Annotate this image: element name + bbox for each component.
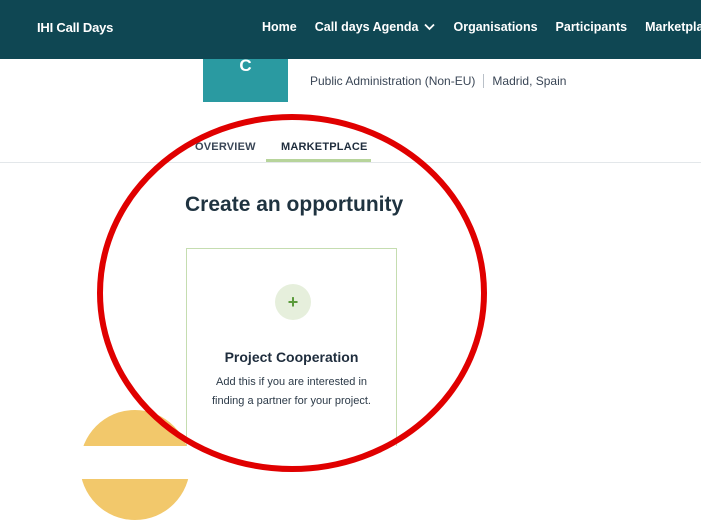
tab-overview[interactable]: OVERVIEW bbox=[195, 141, 256, 153]
card-description: Add this if you are interested in findin… bbox=[187, 373, 396, 411]
card-description-line-1: Add this if you are interested in bbox=[215, 376, 368, 388]
nav-item-marketplace-label: Marketplace bbox=[645, 20, 701, 34]
project-cooperation-card[interactable]: + Project Cooperation Add this if you ar… bbox=[186, 248, 397, 463]
organisation-logo: C bbox=[203, 56, 288, 102]
top-navigation-bar: IHI Call Days Home Call days Agenda Orga… bbox=[0, 0, 701, 59]
plus-icon[interactable]: + bbox=[275, 284, 311, 320]
nav-item-organisations[interactable]: Organisations bbox=[453, 20, 537, 34]
tab-marketplace[interactable]: MARKETPLACE bbox=[281, 141, 368, 153]
nav-item-agenda-label: Call days Agenda bbox=[314, 20, 419, 34]
main-nav: Home Call days Agenda Organisations Part… bbox=[262, 20, 701, 34]
organisation-type: Public Administration (Non-EU) bbox=[310, 74, 476, 88]
nav-item-organisations-label: Organisations bbox=[453, 20, 538, 34]
section-title: Create an opportunity bbox=[185, 193, 404, 216]
nav-item-call-days-agenda[interactable]: Call days Agenda bbox=[315, 20, 436, 34]
card-title: Project Cooperation bbox=[224, 349, 359, 365]
active-tab-indicator bbox=[266, 159, 371, 162]
chevron-down-icon bbox=[424, 23, 436, 31]
nav-item-home[interactable]: Home bbox=[262, 20, 297, 34]
nav-item-participants-label: Participants bbox=[555, 20, 628, 34]
organisation-location: Madrid, Spain bbox=[492, 74, 567, 88]
organisation-logo-letter: C bbox=[239, 56, 252, 75]
organisation-meta: Public Administration (Non-EU) Madrid, S… bbox=[310, 74, 566, 88]
nav-item-marketplace[interactable]: Marketplace bbox=[645, 20, 701, 34]
meta-divider bbox=[483, 74, 485, 88]
bottom-blank-area bbox=[0, 446, 701, 479]
brand-logo-text[interactable]: IHI Call Days bbox=[37, 20, 113, 35]
profile-tabs: OVERVIEW MARKETPLACE bbox=[0, 130, 701, 163]
card-description-line-2: finding a partner for your project. bbox=[212, 395, 371, 407]
nav-item-home-label: Home bbox=[262, 20, 297, 34]
nav-item-participants[interactable]: Participants bbox=[556, 20, 628, 34]
